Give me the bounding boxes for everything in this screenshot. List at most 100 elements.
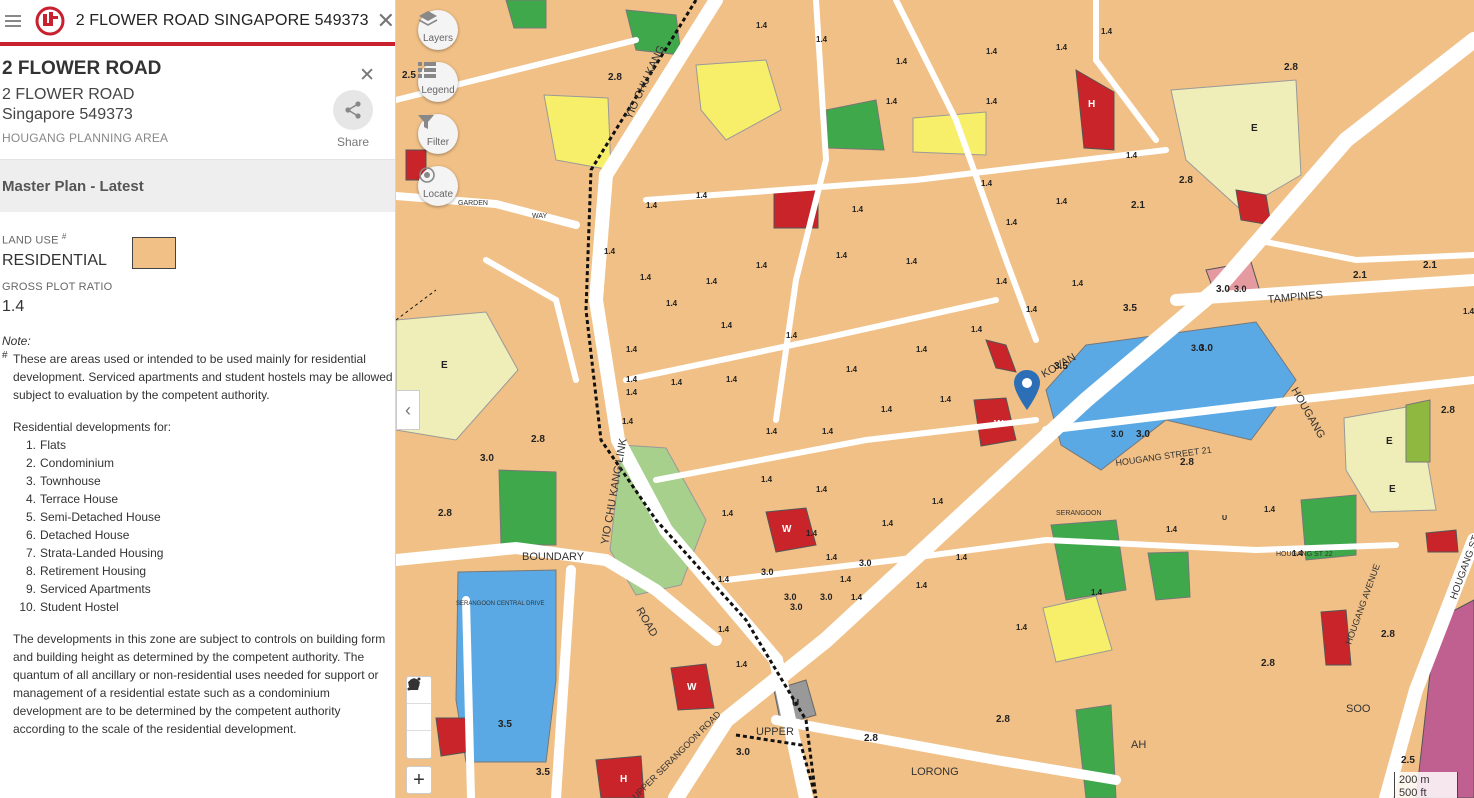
menu-icon[interactable] bbox=[0, 0, 27, 44]
svg-text:1.4: 1.4 bbox=[896, 57, 908, 66]
svg-text:1.4: 1.4 bbox=[816, 485, 828, 494]
svg-text:1.4: 1.4 bbox=[1056, 197, 1068, 206]
svg-text:1.4: 1.4 bbox=[840, 575, 852, 584]
residential-list-item: 9. Serviced Apartments bbox=[25, 581, 151, 596]
draw-polygon-tool[interactable] bbox=[407, 678, 431, 731]
residential-list-item: 1. Flats bbox=[25, 437, 67, 452]
share-label: Share bbox=[336, 135, 370, 149]
svg-text:1.4: 1.4 bbox=[986, 97, 998, 106]
note-body: These are areas used or intended to be u… bbox=[13, 351, 393, 402]
pr-20: 2.8 bbox=[1381, 629, 1395, 640]
residential-list-item: 3. Townhouse bbox=[25, 473, 101, 488]
edu-2: E bbox=[1251, 123, 1258, 134]
svg-text:1.4: 1.4 bbox=[852, 205, 864, 214]
residential-list-item: 4. Terrace House bbox=[25, 491, 119, 506]
svg-text:1.4: 1.4 bbox=[766, 427, 778, 436]
land-use-swatch bbox=[132, 237, 176, 269]
zoning-map[interactable]: BOUNDARY YIO CHU KANG LINK YIO CHU KANG … bbox=[396, 0, 1474, 798]
commercial-11 bbox=[1425, 529, 1459, 553]
pr-5: 2.1 bbox=[1353, 270, 1367, 281]
svg-text:1.4: 1.4 bbox=[916, 345, 928, 354]
svg-text:1.4: 1.4 bbox=[761, 475, 773, 484]
locate-button[interactable] bbox=[418, 166, 458, 206]
info-panel: 2 FLOWER ROAD SINGAPORE 549373 ✕ 2 FLOWE… bbox=[0, 0, 396, 798]
svg-text:1.4: 1.4 bbox=[622, 417, 634, 426]
close-panel-icon[interactable]: ✕ bbox=[359, 64, 375, 87]
svg-text:1.4: 1.4 bbox=[916, 581, 928, 590]
svg-text:3.0: 3.0 bbox=[1191, 343, 1204, 353]
scale-bar: 200 m 500 ft bbox=[1394, 772, 1458, 798]
svg-text:1.4: 1.4 bbox=[1006, 218, 1018, 227]
layers-button[interactable] bbox=[418, 10, 458, 50]
svg-text:1.4: 1.4 bbox=[822, 427, 834, 436]
filter-icon bbox=[418, 115, 434, 129]
svg-text:1.4: 1.4 bbox=[932, 497, 944, 506]
svg-text:1.4: 1.4 bbox=[756, 21, 768, 30]
locate-icon bbox=[419, 167, 435, 183]
svg-text:1.4: 1.4 bbox=[604, 247, 616, 256]
svg-text:3.0: 3.0 bbox=[761, 567, 774, 577]
note-text: # These are areas used or intended to be… bbox=[2, 350, 393, 404]
residential-list-item: 5. Semi-Detached House bbox=[25, 509, 161, 524]
svg-text:1.4: 1.4 bbox=[696, 191, 708, 200]
master-plan-title: Master Plan - Latest bbox=[2, 177, 144, 195]
address-title: 2 FLOWER ROAD bbox=[2, 58, 162, 79]
residential-list-item: 8. Retirement Housing bbox=[25, 563, 147, 578]
land-use-label: LAND USE # bbox=[2, 232, 67, 247]
search-input[interactable]: 2 FLOWER ROAD SINGAPORE 549373 bbox=[76, 12, 369, 30]
clear-search-icon[interactable]: ✕ bbox=[377, 10, 395, 32]
svg-text:1.4: 1.4 bbox=[718, 625, 730, 634]
filter-label: Filter bbox=[426, 137, 450, 148]
label-serangoon: SERANGOON bbox=[1056, 510, 1102, 517]
legend-icon bbox=[418, 62, 436, 78]
svg-text:1.4: 1.4 bbox=[956, 553, 968, 562]
svg-text:1.4: 1.4 bbox=[881, 405, 893, 414]
park-zone-9 bbox=[1405, 399, 1431, 463]
pr-16: 3.5 bbox=[498, 719, 512, 730]
pr-19: 2.8 bbox=[1261, 658, 1275, 669]
road-serangoon-avenue bbox=[462, 596, 475, 798]
svg-text:1.4: 1.4 bbox=[851, 593, 863, 602]
label-way: WAY bbox=[532, 213, 547, 220]
svg-text:1.4: 1.4 bbox=[1056, 43, 1068, 52]
svg-text:3.0: 3.0 bbox=[859, 558, 872, 568]
h-1: H bbox=[1088, 99, 1095, 110]
svg-text:1.4: 1.4 bbox=[882, 519, 894, 528]
collapse-panel-button[interactable]: ‹ bbox=[396, 390, 420, 430]
svg-text:3.0: 3.0 bbox=[820, 592, 833, 602]
legend-button[interactable] bbox=[418, 62, 458, 102]
pr-14: 3.0 bbox=[480, 453, 494, 464]
svg-text:1.4: 1.4 bbox=[626, 388, 638, 397]
svg-text:1.4: 1.4 bbox=[940, 395, 952, 404]
draw-circle-tool[interactable] bbox=[407, 678, 431, 758]
svg-text:1.4: 1.4 bbox=[1091, 588, 1103, 597]
label-serangoon-central: SERANGOON CENTRAL DRIVE bbox=[456, 601, 544, 607]
svg-text:1.4: 1.4 bbox=[836, 251, 848, 260]
filter-button[interactable] bbox=[418, 114, 458, 154]
label-garden: GARDEN bbox=[458, 200, 488, 207]
residential-list-item: 7. Strata-Landed Housing bbox=[25, 545, 164, 560]
pr-4: 2.1 bbox=[1131, 200, 1145, 211]
svg-text:1.4: 1.4 bbox=[996, 277, 1008, 286]
share-icon bbox=[333, 90, 373, 130]
pr-15: 2.8 bbox=[438, 508, 452, 519]
scale-imperial: 500 ft bbox=[1399, 787, 1427, 798]
pr-21: 2.8 bbox=[1441, 405, 1455, 416]
pr-6: 2.1 bbox=[1423, 260, 1437, 271]
svg-text:1.4: 1.4 bbox=[640, 273, 652, 282]
svg-text:1.4: 1.4 bbox=[756, 261, 768, 270]
map-canvas[interactable]: BOUNDARY YIO CHU KANG LINK YIO CHU KANG … bbox=[396, 0, 1474, 798]
u-2: U bbox=[1222, 515, 1227, 522]
circle-icon bbox=[408, 678, 420, 690]
svg-text:1.4: 1.4 bbox=[1166, 525, 1178, 534]
share-button[interactable]: Share bbox=[333, 90, 373, 149]
land-use-row: LAND USE # RESIDENTIAL bbox=[2, 232, 393, 270]
note-section: Note: # These are areas used or intended… bbox=[2, 332, 393, 738]
svg-text:1.4: 1.4 bbox=[1101, 27, 1113, 36]
svg-text:1.4: 1.4 bbox=[671, 378, 683, 387]
commercial-9 bbox=[1235, 189, 1272, 226]
w-1: W bbox=[994, 419, 1004, 430]
commercial-7 bbox=[435, 717, 469, 757]
pr-7: 3.0 bbox=[1216, 284, 1230, 295]
zoom-in-button[interactable]: + bbox=[406, 766, 432, 794]
